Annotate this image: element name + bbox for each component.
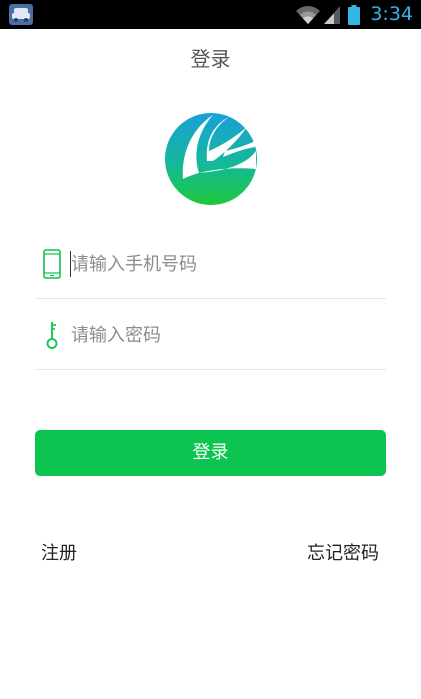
login-button[interactable]: 登录 (35, 430, 386, 476)
key-icon (46, 322, 58, 349)
password-input[interactable] (71, 318, 371, 352)
status-icons: 3:34 (295, 0, 413, 29)
password-row (35, 300, 386, 370)
register-link[interactable]: 注册 (41, 540, 77, 568)
password-divider (35, 369, 386, 370)
phone-divider (35, 298, 386, 299)
phone-icon (43, 249, 61, 279)
app-logo-icon (165, 113, 257, 205)
status-bar: 3:34 (0, 0, 421, 29)
phone-input[interactable] (71, 247, 371, 281)
wifi-icon (296, 5, 321, 24)
status-time: 3:34 (370, 3, 413, 25)
battery-icon (348, 4, 361, 25)
page-title: 登录 (190, 47, 231, 71)
car-icon (9, 4, 33, 25)
forgot-password-link[interactable]: 忘记密码 (307, 540, 379, 568)
phone-row (35, 229, 386, 299)
signal-icon (324, 5, 341, 24)
